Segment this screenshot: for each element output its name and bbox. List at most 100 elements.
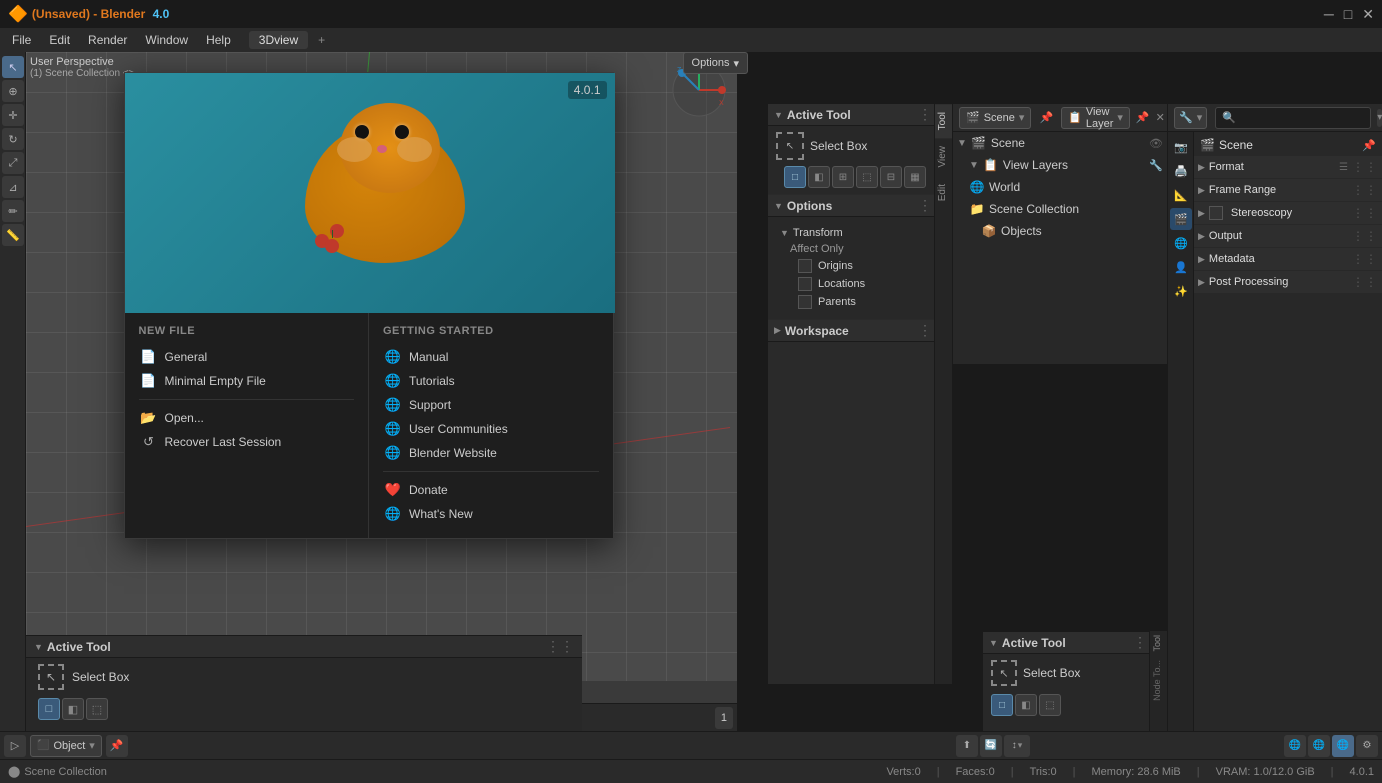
frame-number[interactable]: 1 [715,707,733,729]
scene-props-icon[interactable]: 🎬 [1170,208,1192,230]
tool-icon-1[interactable]: ◧ [808,166,830,188]
stereoscopy-dots-icon: ⋮⋮ [1352,206,1378,220]
frame-range-section-header[interactable]: ▶ Frame Range ⋮⋮ [1194,179,1382,201]
workspace-header[interactable]: ▶ Workspace ⋮⋮ [768,320,952,342]
file-icon: 📄 [141,349,157,365]
props-editor-type-dropdown[interactable]: 🔧 ▾ [1174,107,1207,129]
splash-whatsnew-label: What's New [409,507,473,521]
outliner-scenecollection-row[interactable]: 📁 Scene Collection [953,198,1167,220]
tool-icon-3[interactable]: ⬚ [856,166,878,188]
menu-help[interactable]: Help [198,31,239,49]
post-processing-section-header[interactable]: ▶ Post Processing ⋮⋮ [1194,271,1382,293]
props-pin-icon[interactable]: 📌 [1362,139,1376,152]
splash-donate-link[interactable]: ❤️ Donate [383,478,599,502]
lr-icon-1: ⬆ [963,740,971,751]
stereoscopy-section-header[interactable]: ▶ Stereoscopy ⋮⋮ [1194,202,1382,224]
splash-screen: 4.0.1 New File 📄 General 📄 Minimal Empty… [0,52,737,681]
outliner-scene-row[interactable]: ▼ 🎬 Scene 👁 [953,132,1167,154]
statusbar-vram: VRAM: 1.0/12.0 GiB [1216,766,1315,778]
splash-support-link[interactable]: 🌐 Support [383,393,599,417]
lower-viewport-bottom-bar: ▷ ⬛ Object ▾ 📌 [0,731,952,759]
maximize-button[interactable]: □ [1344,6,1352,23]
objects-row-label: Objects [1001,224,1163,238]
lower-tool-icon-2[interactable]: ⬚ [1039,694,1061,716]
outliner-viewlayers-row[interactable]: ▼ 📋 View Layers 🔧 [953,154,1167,176]
splash-general-link[interactable]: 📄 General [139,345,355,369]
lower-tool-icon-1[interactable]: ◧ [1015,694,1037,716]
output-props-icon[interactable]: 🖨️ [1170,160,1192,182]
menu-bar: File Edit Render Window Help 3Dview + [0,28,1382,52]
tab-3dview[interactable]: 3Dview [249,31,308,49]
view-layer-props-icon[interactable]: 📐 [1170,184,1192,206]
props-search-input[interactable] [1215,107,1371,129]
tab-add[interactable]: + [310,31,333,49]
metadata-section-header[interactable]: ▶ Metadata ⋮⋮ [1194,248,1382,270]
locations-checkbox[interactable] [798,277,812,291]
3d-viewport[interactable]: ↖ ⊕ ✛ ↻ ⤢ ⊿ ✏ 📏 User Perspective (1) Sce… [0,52,737,731]
sidebar-tab-edit[interactable]: Edit [935,176,952,209]
output-section-header[interactable]: ▶ Output ⋮⋮ [1194,225,1382,247]
sidebar-tab-tool[interactable]: Tool [935,104,952,138]
bottom-tool-icon-0[interactable]: □ [38,698,60,720]
close-button[interactable]: ✕ [1362,6,1374,23]
props-filter-button[interactable]: ▾ [1377,109,1382,127]
lower-tab-node[interactable]: Node To... [1150,656,1167,705]
sidebar-tab-view[interactable]: View [935,138,952,176]
object-props-icon[interactable]: 👤 [1170,256,1192,278]
transform-header[interactable]: ▼ Transform [776,223,944,243]
format-section-header[interactable]: ▶ Format ☰ ⋮⋮ [1194,156,1382,178]
splash-tutorials-link[interactable]: 🌐 Tutorials [383,369,599,393]
scene-visibility-icon[interactable]: 👁 [1149,137,1163,150]
origins-row: Origins [784,259,944,273]
splash-whatsnew-link[interactable]: 🌐 What's New [383,502,599,526]
outliner-world-row[interactable]: 🌐 World [953,176,1167,198]
modifiers-props-icon[interactable]: ✨ [1170,280,1192,302]
tool-icon-0[interactable]: □ [784,166,806,188]
splash-recover-link[interactable]: ↺ Recover Last Session [139,430,355,454]
view-layer-dropdown[interactable]: 📋 View Layer ▾ [1061,107,1130,129]
scene-pin-icon[interactable]: 📌 [1039,111,1053,124]
splash-minimal-link[interactable]: 📄 Minimal Empty File [139,369,355,393]
splash-open-link[interactable]: 📂 Open... [139,406,355,430]
menu-render[interactable]: Render [80,31,135,49]
render-props-icon[interactable]: 📷 [1170,136,1192,158]
lr-extra-btn[interactable]: ⚙ [1356,735,1378,757]
tool-icon-4[interactable]: ⊟ [880,166,902,188]
world-props-icon[interactable]: 🌐 [1170,232,1192,254]
lr-render-btn[interactable]: 🌐 [1332,735,1354,757]
scene-dropdown[interactable]: 🎬 Scene ▾ [959,107,1031,129]
stereoscopy-checkbox[interactable] [1209,206,1223,220]
minimize-button[interactable]: ─ [1324,6,1334,23]
view-layer-pin-icon[interactable]: 📌 [1136,111,1150,124]
parents-checkbox[interactable] [798,295,812,309]
window-controls[interactable]: ─ □ ✕ [1324,6,1374,23]
options-header[interactable]: ▼ Options ⋮⋮ [768,195,952,217]
world-icon: 🌐 [969,179,985,195]
menu-edit[interactable]: Edit [41,31,78,49]
view-layer-close-icon[interactable]: ✕ [1156,111,1165,124]
lower-vp-mode-icon[interactable]: ▷ [4,735,26,757]
splash-communities-link[interactable]: 🌐 User Communities [383,417,599,441]
active-tool-header[interactable]: ▼ Active Tool ⋮⋮ [768,104,952,126]
outliner-objects-row[interactable]: 📦 Objects [953,220,1167,242]
lr-btn-2[interactable]: 🔄 [980,735,1002,757]
lr-btn-3[interactable]: ↕ ▾ [1004,735,1030,757]
lower-active-tool-header[interactable]: ▼ Active Tool ⋮⋮ [983,632,1167,654]
lower-tool-icon-0[interactable]: □ [991,694,1013,716]
lower-vp-object-type[interactable]: ⬛ Object ▾ [30,735,102,757]
lr-scene-btn[interactable]: 🌐 [1308,735,1330,757]
lr-btn-1[interactable]: ⬆ [956,735,978,757]
tool-icon-2[interactable]: ⊞ [832,166,854,188]
lower-select-box-label: Select Box [1023,666,1080,680]
tool-icon-5[interactable]: ▦ [904,166,926,188]
menu-window[interactable]: Window [137,31,196,49]
lower-tab-tool[interactable]: Tool [1150,631,1167,656]
bottom-tool-icon-2[interactable]: ⬚ [86,698,108,720]
menu-file[interactable]: File [4,31,39,49]
lr-global-btn[interactable]: 🌐 [1284,735,1306,757]
splash-website-link[interactable]: 🌐 Blender Website [383,441,599,465]
origins-checkbox[interactable] [798,259,812,273]
lower-pin-icon[interactable]: 📌 [106,735,128,757]
splash-manual-link[interactable]: 🌐 Manual [383,345,599,369]
bottom-tool-icon-1[interactable]: ◧ [62,698,84,720]
